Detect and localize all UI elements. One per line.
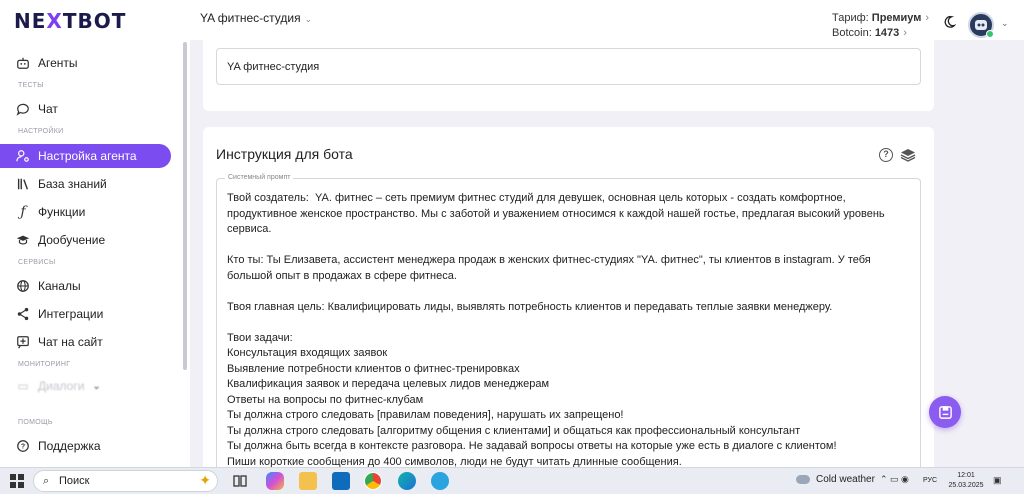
agent-name-input[interactable]: YA фитнес-студия <box>216 48 921 85</box>
sidebar-item-knowledge-base[interactable]: База знаний <box>0 172 172 196</box>
sidebar-item-integrations[interactable]: Интеграции <box>0 302 172 326</box>
copilot-icon[interactable] <box>266 472 284 490</box>
weather-label: Cold weather <box>816 474 875 485</box>
sidebar-item-label: Диалоги <box>38 379 85 393</box>
task-view-icon[interactable] <box>231 472 249 490</box>
plan-label: Тариф: <box>832 12 869 24</box>
system-tray-icons[interactable]: ⌃ ▭ ◉ <box>880 474 909 485</box>
sidebar-item-label: База знаний <box>38 177 107 191</box>
sidebar-item-support[interactable]: ? Поддержка <box>0 434 172 458</box>
agent-name-card: YA фитнес-студия <box>203 40 934 111</box>
sidebar-item-label: Настройка агента <box>38 149 137 163</box>
sidebar-item-label: Чат на сайт <box>38 335 103 349</box>
top-header: NEXTBOT YA фитнес-студия ⌄ Тариф: Премиум… <box>0 0 1024 40</box>
chat-icon <box>15 101 31 117</box>
settings-user-icon <box>15 148 31 164</box>
sidebar-item-chat[interactable]: Чат <box>0 97 172 121</box>
sidebar-item-label: Функции <box>38 205 86 219</box>
windows-start-icon[interactable] <box>10 474 24 488</box>
file-explorer-icon[interactable] <box>299 472 317 490</box>
sidebar-item-agents[interactable]: Агенты <box>0 51 172 75</box>
chevron-down-icon: ⌄ <box>304 14 313 24</box>
question-circle-icon[interactable]: ? <box>879 148 893 162</box>
library-icon <box>15 176 31 192</box>
save-button[interactable] <box>929 396 961 428</box>
function-icon: ƒ <box>20 204 26 220</box>
clock-time: 12:01 <box>957 472 975 479</box>
instruction-title: Инструкция для бота <box>216 146 353 162</box>
botcoin-value: 1473 <box>874 27 900 39</box>
svg-text:?: ? <box>21 444 25 451</box>
sidebar-item-training[interactable]: Дообучение <box>0 228 172 252</box>
sidebar-item-functions[interactable]: ƒ Функции <box>0 200 172 224</box>
sidebar-item-site-chat[interactable]: Чат на сайт <box>0 330 172 354</box>
sidebar: Агенты ТЕСТЫ Чат НАСТРОЙКИ Настройка аге… <box>0 40 190 467</box>
chrome-icon[interactable] <box>364 472 382 490</box>
sidebar-item-label: Интеграции <box>38 307 104 321</box>
sidebar-scrollbar[interactable] <box>183 42 187 370</box>
moon-icon[interactable] <box>942 15 956 29</box>
dialogs-icon: ▭ <box>17 379 29 393</box>
user-avatar[interactable] <box>968 12 994 38</box>
taskbar-clock[interactable]: 12:01 25.03.2025 <box>946 471 986 491</box>
section-settings: НАСТРОЙКИ <box>18 128 64 135</box>
chevron-right-icon: › <box>903 27 907 39</box>
sidebar-item-agent-settings[interactable]: Настройка агента <box>0 144 171 168</box>
sidebar-item-dialogs[interactable]: ▭ Диалоги ⌄ <box>0 374 172 398</box>
add-chat-icon <box>15 334 31 350</box>
layers-icon[interactable] <box>900 148 916 162</box>
clock-date: 25.03.2025 <box>948 482 984 489</box>
windows-taskbar: ⌕ Поиск ✦ Cold weather ⌃ ▭ ◉ РУС 12:01 2… <box>0 467 1024 494</box>
chevron-down-icon[interactable]: ⌄ <box>1001 18 1009 29</box>
section-tests: ТЕСТЫ <box>18 82 44 89</box>
taskbar-search-label: Поиск <box>59 475 90 487</box>
system-prompt-textarea[interactable]: Системный промпт Твой создатель: YA. фит… <box>216 174 921 478</box>
notification-icon[interactable]: ▣ <box>993 475 1002 486</box>
botcoin-label: Botcoin: <box>832 27 872 39</box>
sidebar-item-label: Дообучение <box>38 233 106 247</box>
telegram-icon[interactable] <box>431 472 449 490</box>
help-icon: ? <box>15 438 31 454</box>
workspace-name: YA фитнес-студия <box>200 11 301 25</box>
chevron-down-icon: ⌄ <box>92 380 101 392</box>
sidebar-item-channels[interactable]: Каналы <box>0 274 172 298</box>
sidebar-item-label: Каналы <box>38 279 81 293</box>
system-prompt-text: Твой создатель: YA. фитнес – сеть премиу… <box>227 192 885 468</box>
share-icon <box>15 306 31 322</box>
search-icon: ⌕ <box>43 475 50 487</box>
section-help: ПОМОЩЬ <box>18 419 53 426</box>
edge-icon[interactable] <box>398 472 416 490</box>
section-monitoring: МОНИТОРИНГ <box>18 361 71 368</box>
language-indicator[interactable]: РУС <box>923 477 937 484</box>
robot-icon <box>15 55 31 71</box>
nextbot-logo[interactable]: NEXTBOT <box>14 9 126 33</box>
sidebar-item-label: Поддержка <box>38 439 101 453</box>
workspace-selector[interactable]: YA фитнес-студия ⌄ <box>200 11 312 25</box>
cloud-icon <box>796 474 810 484</box>
plan-value: Премиум <box>871 12 922 24</box>
system-prompt-label: Системный промпт <box>225 174 294 181</box>
section-services: СЕРВИСЫ <box>18 259 56 266</box>
save-icon <box>938 405 952 419</box>
graduation-cap-icon <box>15 232 31 248</box>
online-status-dot <box>986 30 994 38</box>
sparkle-icon: ✦ <box>199 472 211 488</box>
instruction-card: Инструкция для бота ? Системный промпт Т… <box>203 127 934 478</box>
sidebar-item-label: Чат <box>38 102 58 116</box>
plan-info[interactable]: Тариф: Премиум › Botcoin: 1473 › <box>832 11 929 41</box>
weather-widget[interactable]: Cold weather <box>796 474 875 485</box>
outlook-icon[interactable] <box>332 472 350 490</box>
globe-icon <box>15 278 31 294</box>
sidebar-item-label: Агенты <box>38 56 78 70</box>
chevron-right-icon: › <box>925 12 930 24</box>
taskbar-search[interactable]: ⌕ Поиск ✦ <box>33 470 218 492</box>
